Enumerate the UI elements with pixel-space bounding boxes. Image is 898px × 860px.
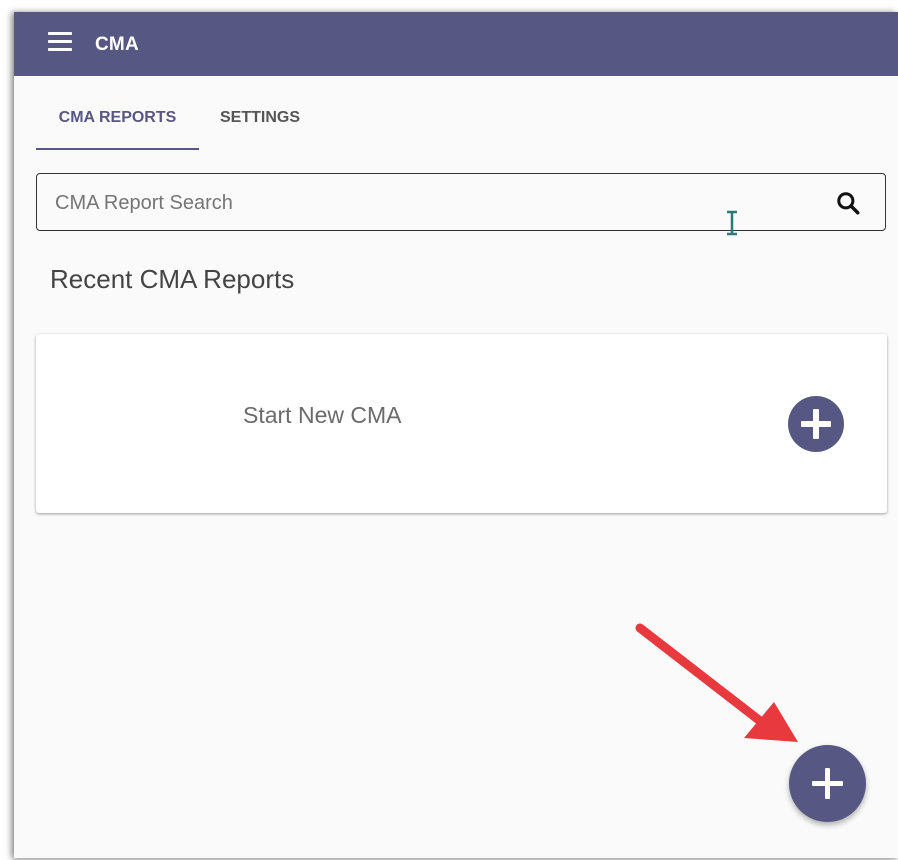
tab-cma-reports[interactable]: CMA REPORTS	[36, 92, 199, 150]
active-tab-indicator	[36, 148, 199, 150]
add-report-fab[interactable]	[789, 745, 866, 822]
search-icon[interactable]	[835, 190, 861, 216]
start-new-cma-card[interactable]: Start New CMA	[36, 334, 887, 513]
hamburger-menu-icon[interactable]	[48, 32, 72, 52]
tab-label: CMA REPORTS	[58, 109, 177, 126]
search-input[interactable]	[53, 186, 757, 220]
app-title: CMA	[95, 34, 139, 55]
app-bar: CMA	[14, 12, 898, 76]
search-field[interactable]	[36, 173, 886, 231]
plus-circle-icon[interactable]	[788, 396, 844, 452]
plus-icon	[812, 768, 843, 799]
app-window: CMA CMA REPORTS SETTINGS Recent CMA Repo…	[14, 12, 898, 858]
start-new-cma-label: Start New CMA	[243, 402, 402, 428]
tab-label: SETTINGS	[219, 109, 300, 126]
red-arrow-icon	[635, 623, 798, 742]
text-cursor-icon	[727, 210, 737, 236]
recent-reports-heading: Recent CMA Reports	[50, 264, 295, 294]
tab-settings[interactable]: SETTINGS	[213, 92, 307, 150]
